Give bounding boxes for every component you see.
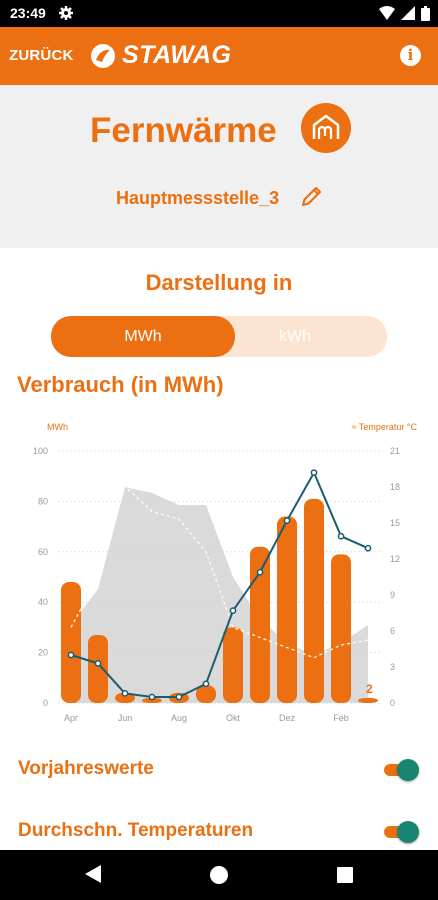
temperature-point xyxy=(337,532,345,540)
y-tick-label-right: 12 xyxy=(390,554,400,564)
consumption-bar xyxy=(358,697,378,703)
temperature-point xyxy=(229,607,237,614)
y-tick-label-right: 15 xyxy=(390,518,400,528)
temperature-point xyxy=(94,660,102,667)
page-title: Fernwärme xyxy=(90,111,277,150)
signal-icon xyxy=(401,6,415,20)
consumption-bar xyxy=(277,516,297,703)
status-bar: 23:49 xyxy=(0,0,438,27)
temperature-point xyxy=(67,651,75,659)
x-tick-label: Aug xyxy=(171,713,187,723)
temperature-point xyxy=(310,469,318,476)
y-tick-label-right: 9 xyxy=(390,590,395,600)
y-tick-label-right: 0 xyxy=(390,698,395,708)
temperature-point xyxy=(202,680,210,688)
y-tick-label-left: 40 xyxy=(38,597,48,607)
display-unit-title: Darstellung in xyxy=(145,270,293,295)
temperature-point xyxy=(121,690,129,697)
y-tick-label-left: 0 xyxy=(43,698,48,708)
avg-temperature-switch[interactable] xyxy=(384,821,419,843)
status-icons xyxy=(379,5,430,21)
home-icon xyxy=(301,103,351,153)
x-tick-label: Apr xyxy=(64,713,78,723)
unit-toggle: kWh MWh xyxy=(51,316,387,357)
system-nav-bar xyxy=(0,850,438,900)
temperature-point xyxy=(256,568,264,576)
consumption-bar xyxy=(304,498,324,703)
consumption-bar xyxy=(331,554,351,703)
back-icon[interactable] xyxy=(85,865,101,883)
info-icon[interactable]: i xyxy=(400,45,421,66)
unit-mwh-option[interactable]: MWh xyxy=(51,316,235,357)
x-tick-label: Dez xyxy=(279,713,296,723)
temperature-point xyxy=(283,517,291,524)
header-panel: Fernwärme Hauptmessstelle_3 xyxy=(0,85,438,248)
temperature-point xyxy=(175,693,183,701)
consumption-bar xyxy=(88,634,108,703)
y-axis-right-title: ≈ Temperatur °C xyxy=(352,422,418,432)
y-tick-label-left: 80 xyxy=(38,496,48,506)
gear-icon xyxy=(59,6,73,20)
chart-title: Verbrauch (in MWh) xyxy=(17,372,224,397)
y-tick-label-right: 3 xyxy=(390,662,395,672)
y-tick-label-left: 100 xyxy=(33,446,48,456)
status-time: 23:49 xyxy=(10,5,46,21)
x-tick-label: Jun xyxy=(118,713,133,723)
consumption-bar xyxy=(223,627,243,703)
temperature-point xyxy=(148,693,156,701)
toggle-label-previous-year: Vorjahreswerte xyxy=(18,758,154,779)
switch-knob xyxy=(397,759,419,781)
temperature-point xyxy=(364,544,372,552)
x-tick-label: Okt xyxy=(226,713,241,723)
toggle-label-avg-temperature: Durchschn. Temperaturen xyxy=(18,820,254,841)
logo-text: STAWAG xyxy=(122,41,232,69)
pencil-icon[interactable] xyxy=(300,184,324,208)
switch-knob xyxy=(397,821,419,843)
data-label: 2 xyxy=(366,682,373,696)
y-tick-label-right: 6 xyxy=(390,626,395,636)
wifi-icon xyxy=(379,6,395,20)
consumption-bar xyxy=(61,582,81,703)
y-tick-label-left: 60 xyxy=(38,547,48,557)
toggle-row-previous-year: Vorjahreswerte xyxy=(0,750,438,790)
x-tick-label: Feb xyxy=(333,713,349,723)
previous-year-switch[interactable] xyxy=(384,759,419,781)
recents-icon[interactable] xyxy=(337,867,353,883)
y-tick-label-left: 20 xyxy=(38,648,48,658)
toggle-row-avg-temperature: Durchschn. Temperaturen xyxy=(0,812,438,852)
y-axis-left-title: MWh xyxy=(47,422,68,432)
home-nav-icon[interactable] xyxy=(210,866,228,884)
battery-icon xyxy=(421,5,430,21)
back-button[interactable]: ZURÜCK xyxy=(9,47,74,64)
y-tick-label-right: 21 xyxy=(390,446,400,456)
app-bar: ZURÜCK STAWAG i xyxy=(0,27,438,85)
logo-mark-icon xyxy=(91,43,115,68)
consumption-chart: MWh ≈ Temperatur °C 0 20 40 60 80 100 0 3 6 9 12 15 18… xyxy=(33,422,418,723)
meter-name: Hauptmessstelle_3 xyxy=(116,188,280,208)
y-tick-label-right: 18 xyxy=(390,482,400,492)
stawag-logo: STAWAG xyxy=(90,41,231,70)
